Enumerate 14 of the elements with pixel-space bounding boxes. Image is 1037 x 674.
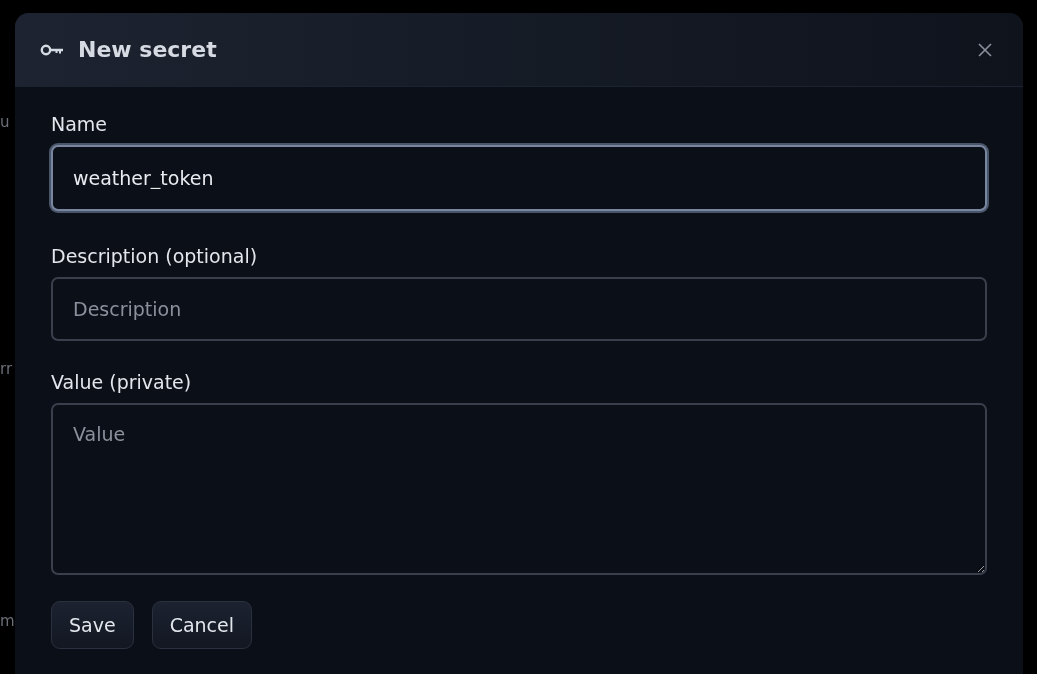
background-text: u	[0, 113, 10, 131]
key-icon	[40, 43, 64, 56]
dialog-button[interactable]: Save	[51, 601, 134, 649]
input-field[interactable]: Description	[51, 277, 987, 341]
input-field[interactable]: weather_token	[51, 145, 987, 211]
background-text: rr	[0, 360, 13, 378]
value-field[interactable]: Value	[51, 403, 987, 575]
dialog-button[interactable]: Cancel	[151, 601, 252, 649]
field-label: Value (private)	[51, 371, 193, 393]
dialog-title: New secret	[78, 37, 217, 62]
close-icon[interactable]	[977, 41, 993, 58]
background-text: m	[0, 612, 15, 630]
field-label: Description (optional)	[51, 245, 259, 267]
field-label: Name	[51, 113, 109, 135]
